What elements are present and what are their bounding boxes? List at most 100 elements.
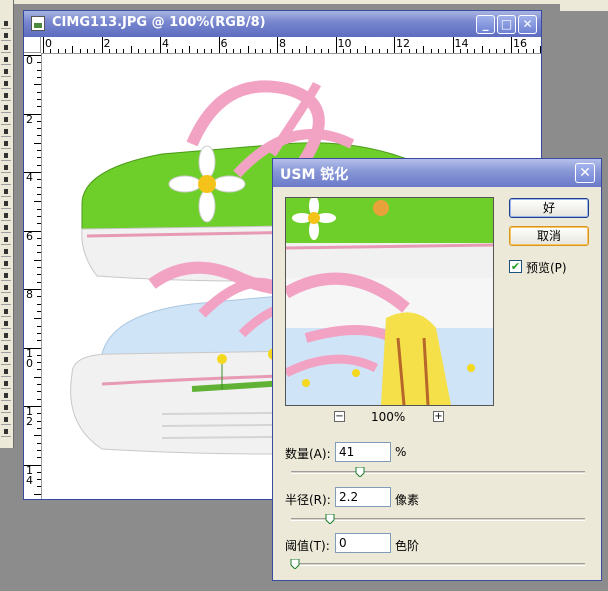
- ruler-minor-tick: [342, 49, 344, 53]
- tool-button[interactable]: [1, 92, 11, 101]
- tool-button[interactable]: [1, 32, 11, 41]
- horizontal-ruler[interactable]: 0 2 4 6 8 10 12 14 16: [41, 37, 541, 54]
- tool-button[interactable]: [1, 404, 11, 413]
- tool-button[interactable]: [1, 368, 11, 377]
- tool-button[interactable]: [1, 260, 11, 269]
- tool-icon: [4, 321, 8, 326]
- tool-button[interactable]: [1, 164, 11, 173]
- ruler-minor-tick: [37, 215, 41, 217]
- tool-button[interactable]: [1, 272, 11, 281]
- document-titlebar[interactable]: CIMG113.JPG @ 100%(RGB/8) _ □ ✕: [24, 11, 541, 37]
- amount-slider-thumb[interactable]: [355, 467, 365, 477]
- tool-button[interactable]: [1, 224, 11, 233]
- tool-button[interactable]: [1, 284, 11, 293]
- ruler-minor-tick: [481, 46, 483, 53]
- cancel-button[interactable]: 取消: [509, 226, 589, 246]
- ruler-major-tick: [335, 37, 337, 53]
- threshold-field[interactable]: 0: [335, 533, 391, 553]
- radius-label: 半径(R):: [285, 493, 331, 507]
- tool-icon: [4, 381, 8, 386]
- tool-button[interactable]: [1, 80, 11, 89]
- ruler-minor-tick: [37, 420, 41, 422]
- ruler-minor-tick: [37, 120, 41, 122]
- ruler-major-tick: [218, 37, 220, 53]
- ruler-tick-label: 2: [26, 112, 33, 126]
- ruler-minor-tick: [37, 362, 41, 364]
- dialog-close-button[interactable]: ✕: [575, 163, 595, 183]
- ruler-minor-tick: [37, 457, 41, 459]
- ruler-minor-tick: [540, 46, 541, 53]
- ruler-minor-tick: [320, 49, 322, 53]
- ruler-minor-tick: [37, 157, 41, 159]
- radius-field[interactable]: 2.2: [335, 487, 391, 507]
- ruler-tick-label: 0: [26, 54, 33, 67]
- tool-button[interactable]: [1, 152, 11, 161]
- tool-button[interactable]: [1, 212, 11, 221]
- amount-field[interactable]: 41: [335, 442, 391, 462]
- tool-button[interactable]: [1, 20, 11, 29]
- radius-slider-thumb[interactable]: [325, 514, 335, 524]
- tool-button[interactable]: [1, 44, 11, 53]
- tool-button[interactable]: [1, 332, 11, 341]
- ruler-minor-tick: [167, 49, 169, 53]
- tool-button[interactable]: [1, 188, 11, 197]
- tool-button[interactable]: [1, 248, 11, 257]
- tool-button[interactable]: [1, 308, 11, 317]
- tool-button[interactable]: [1, 104, 11, 113]
- tool-button[interactable]: [1, 380, 11, 389]
- vertical-ruler[interactable]: 0 2 4 6 8 1 0 1 2 1 4: [24, 53, 42, 499]
- ruler-minor-tick: [37, 62, 41, 64]
- tool-button[interactable]: [1, 128, 11, 137]
- tool-button[interactable]: [1, 296, 11, 305]
- dialog-titlebar[interactable]: USM 锐化 ✕: [273, 159, 601, 187]
- ruler-minor-tick: [291, 49, 293, 53]
- tool-icon: [4, 105, 8, 110]
- ruler-major-tick: [101, 37, 103, 53]
- ok-button[interactable]: 好: [509, 198, 589, 218]
- tool-button[interactable]: [1, 428, 11, 437]
- tool-button[interactable]: [1, 344, 11, 353]
- tool-button[interactable]: [1, 176, 11, 185]
- ruler-minor-tick: [532, 49, 534, 53]
- tool-button[interactable]: [1, 116, 11, 125]
- ruler-minor-tick: [37, 128, 41, 130]
- amount-slider-track[interactable]: [291, 471, 585, 474]
- ruler-minor-tick: [72, 46, 74, 53]
- threshold-slider-track[interactable]: [291, 563, 585, 566]
- ruler-minor-tick: [37, 274, 41, 276]
- close-button[interactable]: ✕: [518, 15, 537, 34]
- threshold-slider-thumb[interactable]: [290, 559, 300, 569]
- tool-icon: [4, 81, 8, 86]
- tool-button[interactable]: [1, 68, 11, 77]
- ruler-minor-tick: [37, 252, 41, 254]
- ruler-minor-tick: [37, 398, 41, 400]
- minimize-button[interactable]: _: [476, 15, 495, 34]
- tool-button[interactable]: [1, 140, 11, 149]
- tool-button[interactable]: [1, 320, 11, 329]
- filter-preview[interactable]: [285, 197, 494, 406]
- ruler-minor-tick: [430, 49, 432, 53]
- tool-button[interactable]: [1, 392, 11, 401]
- zoom-in-button[interactable]: +: [433, 411, 444, 422]
- ruler-minor-tick: [386, 49, 388, 53]
- tool-button[interactable]: [1, 236, 11, 245]
- tool-button[interactable]: [1, 416, 11, 425]
- ruler-minor-tick: [37, 479, 41, 481]
- ruler-major-tick: [394, 37, 395, 53]
- ruler-tick-label: 6: [26, 229, 33, 243]
- zoom-out-button[interactable]: −: [334, 411, 345, 422]
- ruler-minor-tick: [262, 49, 264, 53]
- tool-button[interactable]: [1, 200, 11, 209]
- ruler-origin[interactable]: [24, 37, 41, 53]
- ruler-minor-tick: [181, 49, 183, 53]
- ruler-minor-tick: [34, 435, 41, 437]
- preview-checkbox[interactable]: ✔: [509, 260, 522, 273]
- ruler-minor-tick: [37, 179, 41, 181]
- ruler-minor-tick: [408, 49, 410, 53]
- tool-icon: [4, 33, 8, 38]
- tool-button[interactable]: [1, 356, 11, 365]
- ruler-minor-tick: [116, 49, 118, 53]
- tool-button[interactable]: [1, 56, 11, 65]
- tool-icon: [4, 261, 8, 266]
- maximize-button[interactable]: □: [497, 15, 516, 34]
